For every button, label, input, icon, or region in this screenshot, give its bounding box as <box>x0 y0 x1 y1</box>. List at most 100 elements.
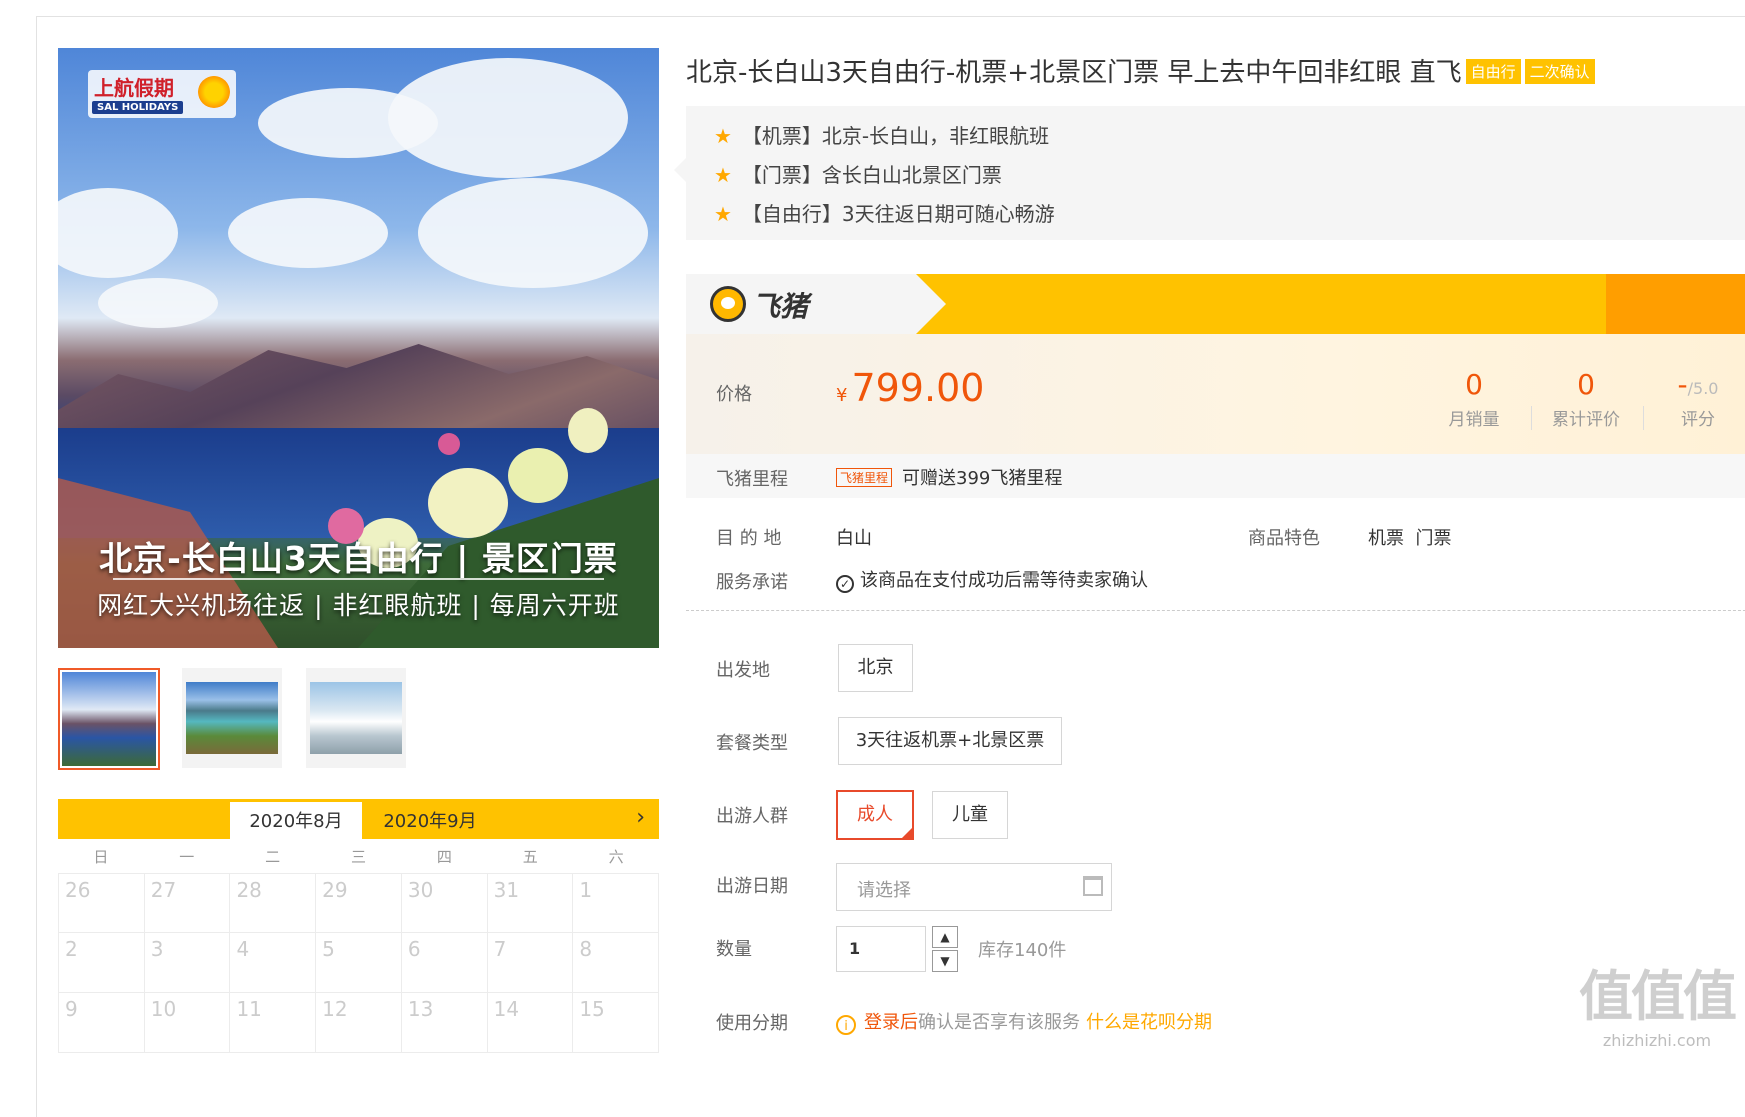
calendar-day[interactable]: 9 <box>58 993 145 1053</box>
weekday-label: 五 <box>522 848 538 866</box>
highlight-text: 【门票】含长白山北景区门票 <box>741 163 1002 187</box>
highlight-arrow <box>674 158 686 182</box>
installment-text: 确认是否享有该服务 <box>918 1012 1080 1033</box>
crowd-label: 出游人群 <box>716 806 788 827</box>
calendar-day[interactable]: 5 <box>316 933 402 993</box>
miles-text: 可赠送399飞猪里程 <box>902 468 1063 489</box>
brand-bar-stripe <box>1606 274 1745 334</box>
watermark: 值值值 zhizhizhi.com <box>1579 952 1737 1050</box>
calendar-day[interactable]: 14 <box>487 993 574 1053</box>
monthly-sales-stat: 0 月销量 <box>1424 368 1524 430</box>
image-overlay-subtitle: 网红大兴机场往返 | 非红眼航班 | 每周六开班 <box>97 591 620 620</box>
calendar-icon[interactable] <box>1083 876 1103 896</box>
features-value: 机票 门票 <box>1368 528 1452 549</box>
check-circle-icon: ✓ <box>836 575 854 593</box>
tab-month-aug[interactable]: 2020年8月 <box>230 802 362 839</box>
calendar-day[interactable]: 7 <box>487 933 574 993</box>
product-title-row: 北京-长白山3天自由行-机票+北景区门票 早上去中午回非红眼 直飞 自由行 二次确认 <box>686 52 1595 89</box>
calendar-day[interactable]: 15 <box>573 993 660 1053</box>
calendar-day[interactable]: 1 <box>573 873 660 933</box>
date-placeholder: 请选择 <box>857 880 911 901</box>
calendar-day[interactable]: 2 <box>58 933 145 993</box>
image-overlay-title: 北京-长白山3天自由行 | 景区门票 <box>99 539 618 578</box>
tab-month-sep[interactable]: 2020年9月 <box>364 802 496 839</box>
weekday-label: 二 <box>265 848 281 866</box>
reviews-stat[interactable]: 0 累计评价 <box>1536 368 1636 430</box>
calendar-day[interactable]: 6 <box>401 933 488 993</box>
package-option[interactable]: 3天往返机票+北景区票 <box>838 717 1062 765</box>
star-icon: ★ <box>714 124 732 148</box>
weekday-label: 日 <box>93 848 109 866</box>
destination-label: 目 的 地 <box>716 528 782 549</box>
star-icon: ★ <box>714 163 732 187</box>
installment-row: i 登录后确认是否享有该服务 什么是花呗分期 <box>836 1008 1212 1035</box>
chevron-right-icon[interactable]: › <box>636 805 645 830</box>
fliggy-brand-bar: 飞猪 <box>686 274 1745 334</box>
package-label: 套餐类型 <box>716 733 788 754</box>
service-value: 该商品在支付成功后需等待卖家确认 <box>860 570 1148 591</box>
thumbnail-1[interactable] <box>58 668 160 770</box>
rating-stat: -/5.0 评分 <box>1648 368 1745 430</box>
dashed-divider <box>686 610 1745 611</box>
departure-label: 出发地 <box>716 660 770 681</box>
stat-divider <box>1531 406 1532 430</box>
brand-logo-sal: 上航假期 SAL HOLIDAYS <box>88 70 236 118</box>
reviews-label: 累计评价 <box>1552 410 1620 430</box>
weekday-label: 一 <box>179 848 195 866</box>
quantity-decrement-button[interactable]: ▼ <box>932 950 958 972</box>
thumbnail-2[interactable] <box>182 668 282 768</box>
fliggy-logo: 飞猪 <box>710 285 808 325</box>
price-label: 价格 <box>716 384 752 405</box>
highlight-item: ★ 【自由行】3天往返日期可随心畅游 <box>714 198 1055 227</box>
thumbnail-3[interactable] <box>306 668 406 768</box>
service-label: 服务承诺 <box>716 572 788 593</box>
quantity-input[interactable]: 1 <box>836 926 926 972</box>
stock-text: 库存140件 <box>978 940 1067 961</box>
calendar-day[interactable]: 3 <box>144 933 231 993</box>
rating-label: 评分 <box>1681 410 1715 430</box>
login-link[interactable]: 登录后 <box>864 1012 918 1033</box>
highlight-text: 【机票】北京-长白山，非红眼航班 <box>741 124 1050 148</box>
date-input[interactable]: 请选择 <box>836 863 1112 911</box>
rating-value: -/5.0 <box>1677 368 1719 401</box>
destination-value: 白山 <box>836 528 872 549</box>
crowd-option-adult[interactable]: 成人 <box>836 790 914 840</box>
weekday-label: 三 <box>351 848 367 866</box>
calendar-day[interactable]: 12 <box>316 993 402 1053</box>
highlight-item: ★ 【机票】北京-长白山，非红眼航班 <box>714 120 1049 149</box>
product-title: 北京-长白山3天自由行-机票+北景区门票 早上去中午回非红眼 直飞 <box>686 58 1462 88</box>
calendar-day[interactable]: 27 <box>144 873 231 933</box>
product-highlights: ★ 【机票】北京-长白山，非红眼航班 ★ 【门票】含长白山北景区门票 ★ 【自由行】3… <box>674 106 1745 240</box>
main-product-image[interactable]: 上航假期 SAL HOLIDAYS 北京-长白山3天自由行 | 景区门票 网红大… <box>58 48 659 648</box>
watermark-url: zhizhizhi.com <box>1602 1031 1712 1050</box>
calendar-day[interactable]: 26 <box>58 873 145 933</box>
departure-option[interactable]: 北京 <box>838 644 913 692</box>
price-value: ¥799.00 <box>836 366 984 410</box>
price-amount: 799.00 <box>851 366 985 410</box>
weekday-label: 四 <box>436 848 452 866</box>
calendar-day[interactable]: 30 <box>401 873 488 933</box>
monthly-sales-label: 月销量 <box>1448 410 1500 430</box>
highlight-text: 【自由行】3天往返日期可随心畅游 <box>741 202 1055 226</box>
miles-row: 飞猪里程 飞猪里程 可赠送399飞猪里程 <box>686 454 1745 498</box>
huabei-link[interactable]: 什么是花呗分期 <box>1086 1012 1212 1033</box>
calendar-day[interactable]: 11 <box>230 993 317 1053</box>
price-panel: 价格 ¥799.00 0 月销量 0 累计评价 -/5.0 评分 <box>686 334 1745 454</box>
crowd-option-child[interactable]: 儿童 <box>932 791 1008 839</box>
monthly-sales-value: 0 <box>1465 368 1483 401</box>
service-value-row: ✓ 该商品在支付成功后需等待卖家确认 <box>836 566 1148 593</box>
overlay-divider <box>113 578 604 580</box>
calendar-day[interactable]: 10 <box>144 993 231 1053</box>
calendar-day[interactable]: 29 <box>316 873 402 933</box>
calendar-day[interactable]: 31 <box>487 873 574 933</box>
features-label: 商品特色 <box>1248 528 1320 549</box>
calendar-day[interactable]: 13 <box>401 993 488 1053</box>
quantity-increment-button[interactable]: ▲ <box>932 926 958 948</box>
miles-label: 飞猪里程 <box>716 469 788 490</box>
quantity-value: 1 <box>849 939 861 958</box>
calendar-day[interactable]: 4 <box>230 933 317 993</box>
calendar-day[interactable]: 28 <box>230 873 317 933</box>
calendar-weekday-header: 日 一 二 三 四 五 六 <box>58 846 659 868</box>
calendar-day[interactable]: 8 <box>573 933 660 993</box>
stat-divider <box>1643 406 1644 430</box>
